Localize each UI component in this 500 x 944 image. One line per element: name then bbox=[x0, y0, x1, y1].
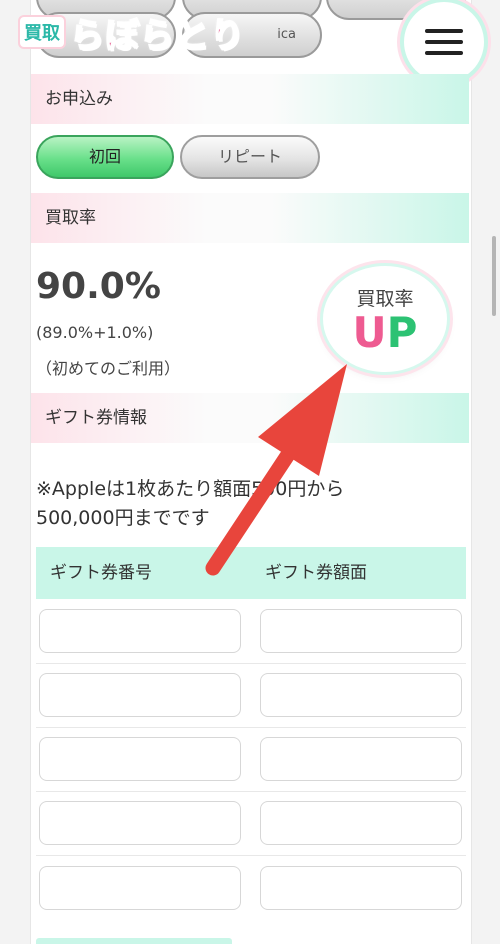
gift-section-header: ギフト券情報 bbox=[31, 393, 469, 443]
hamburger-line-icon bbox=[425, 51, 463, 55]
column-gift-number: ギフト券番号 bbox=[50, 563, 152, 583]
rate-up-badge-letter-u: U bbox=[352, 308, 387, 357]
gift-table-header: ギフト券番号 ギフト券額面 bbox=[36, 547, 466, 599]
rate-section-header: 買取率 bbox=[31, 193, 469, 243]
row-divider bbox=[36, 663, 466, 664]
column-gift-amount: ギフト券額面 bbox=[265, 563, 367, 583]
gift-number-input-1[interactable] bbox=[39, 609, 241, 653]
gift-notice-line-1: ※Appleは1枚あたり額面500円から bbox=[36, 478, 345, 500]
rate-note: （初めてのご利用） bbox=[36, 359, 181, 378]
gift-amount-input-5[interactable] bbox=[260, 866, 462, 910]
tab-first-time[interactable]: 初回 bbox=[36, 135, 174, 179]
hamburger-line-icon bbox=[425, 29, 463, 33]
application-section-header: お申込み bbox=[31, 74, 469, 124]
rate-up-badge: 買取率 UP bbox=[323, 266, 447, 372]
gift-notice-line-2: 500,000円までです bbox=[36, 507, 210, 529]
row-divider bbox=[36, 855, 466, 856]
rate-up-badge-label: 買取率 bbox=[356, 288, 414, 310]
bottom-button-edge[interactable] bbox=[36, 938, 232, 944]
gift-number-input-3[interactable] bbox=[39, 737, 241, 781]
scrollbar[interactable] bbox=[492, 236, 496, 316]
site-logo[interactable]: 買取 らぼらとり bbox=[18, 6, 245, 58]
rate-value: 90.0% bbox=[36, 266, 161, 307]
gift-amount-input-1[interactable] bbox=[260, 609, 462, 653]
row-divider bbox=[36, 791, 466, 792]
hamburger-menu-button[interactable] bbox=[404, 2, 484, 82]
logo-main: らぼらとり bbox=[69, 15, 245, 57]
rate-breakdown: (89.0%+1.0%) bbox=[36, 323, 154, 342]
gift-amount-input-2[interactable] bbox=[260, 673, 462, 717]
row-divider bbox=[36, 727, 466, 728]
rate-up-badge-letter-p: P bbox=[386, 308, 418, 357]
gift-amount-input-4[interactable] bbox=[260, 801, 462, 845]
top-pill-5-label: ica bbox=[277, 27, 296, 42]
gift-amount-input-3[interactable] bbox=[260, 737, 462, 781]
gift-number-input-2[interactable] bbox=[39, 673, 241, 717]
gift-notice: ※Appleは1枚あたり額面500円から 500,000円までです bbox=[36, 475, 466, 533]
hamburger-line-icon bbox=[425, 40, 463, 44]
rate-up-badge-text: UP bbox=[323, 308, 447, 357]
logo-prefix: 買取 bbox=[18, 15, 66, 49]
tab-repeat[interactable]: リピート bbox=[180, 135, 320, 179]
gift-number-input-4[interactable] bbox=[39, 801, 241, 845]
gift-number-input-5[interactable] bbox=[39, 866, 241, 910]
